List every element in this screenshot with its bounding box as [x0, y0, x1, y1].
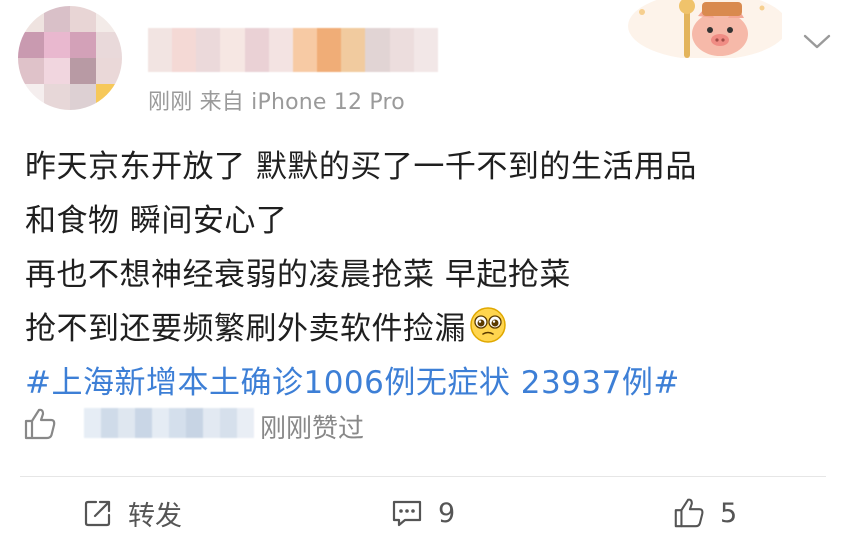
- liker-names-blurred[interactable]: [84, 408, 254, 438]
- post-text: 抢不到还要频繁刷外卖软件捡漏: [25, 311, 466, 347]
- thumbs-up-icon: [674, 498, 704, 528]
- repost-label: 转发: [128, 500, 182, 532]
- pleading-face-emoji-icon: [468, 305, 508, 345]
- repost-button[interactable]: 转发: [82, 490, 182, 536]
- post-meta: 刚刚 来自 iPhone 12 Pro: [148, 90, 405, 115]
- like-count: 5: [720, 497, 738, 529]
- chevron-down-icon[interactable]: [802, 30, 832, 52]
- post-content: 昨天京东开放了 默默的买了一千不到的生活用品 和食物 瞬间安心了 再也不想神经衰…: [25, 140, 825, 410]
- post-text-line-with-emoji: 抢不到还要频繁刷外卖软件捡漏: [25, 302, 825, 356]
- divider: [20, 476, 826, 477]
- share-icon: [84, 500, 111, 527]
- like-button[interactable]: 5: [672, 490, 737, 536]
- liked-status-text: 刚刚赞过: [260, 414, 365, 444]
- comment-icon: [392, 500, 422, 527]
- avatar[interactable]: [18, 6, 122, 110]
- liked-by-row: 刚刚赞过: [22, 404, 442, 444]
- post-text-line: 昨天京东开放了 默默的买了一千不到的生活用品: [25, 149, 697, 185]
- pig-mascot-icon: [612, 0, 782, 58]
- topic-hashtag-link[interactable]: #上海新增本土确诊1006例无症状 23937例#: [25, 356, 825, 410]
- thumbs-up-icon: [22, 406, 58, 442]
- post-text-line: 再也不想神经衰弱的凌晨抢菜 早起抢菜: [25, 257, 571, 293]
- comment-count: 9: [438, 497, 456, 529]
- post-text-line: 和食物 瞬间安心了: [25, 203, 288, 239]
- username-blurred[interactable]: [148, 28, 438, 72]
- comment-button[interactable]: 9: [390, 490, 455, 536]
